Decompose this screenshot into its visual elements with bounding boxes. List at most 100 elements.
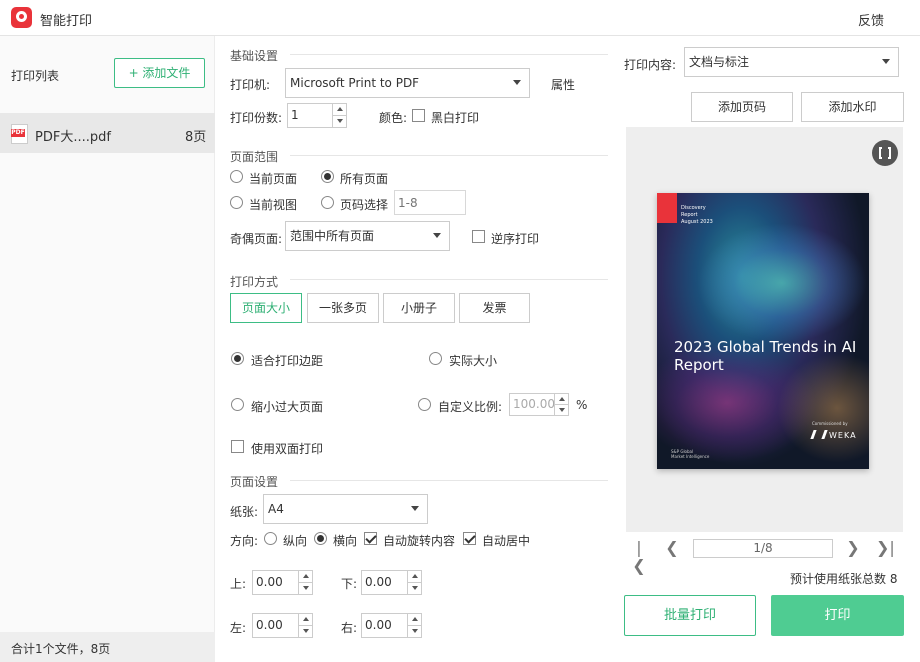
tab-page-size[interactable]: 页面大小 (230, 293, 302, 323)
tab-invoice[interactable]: 发票 (459, 293, 530, 323)
portrait-label: 纵向 (283, 534, 308, 548)
margin-left-value: 0.00 (256, 618, 283, 632)
increment-icon[interactable] (407, 614, 421, 626)
page-select-input[interactable] (394, 190, 466, 215)
pdf-file-icon: PDF (11, 124, 28, 144)
decrement-icon[interactable] (298, 625, 312, 637)
radio-landscape[interactable] (314, 532, 327, 545)
printer-select[interactable]: Microsoft Print to PDF (285, 68, 530, 98)
increment-icon[interactable] (298, 614, 312, 626)
section-divider (290, 279, 608, 280)
margin-right-label: 右: (341, 621, 358, 635)
printer-properties-link[interactable]: 属性 (551, 76, 575, 93)
auto-center-checkbox[interactable] (463, 532, 476, 545)
duplex-checkbox[interactable] (231, 440, 244, 453)
copies-stepper[interactable]: 1 (287, 103, 347, 128)
radio-fit-margin[interactable] (231, 352, 244, 365)
page-select-label: 页码选择 (340, 198, 389, 212)
margin-left-stepper[interactable]: 0.00 (252, 613, 313, 638)
file-summary: 合计1个文件，8页 (11, 642, 111, 656)
increment-icon[interactable] (332, 104, 346, 116)
section-divider (290, 155, 608, 156)
file-page-count: 8页 (185, 130, 207, 145)
cover-tag-text: Discovery Report August 2023 (681, 205, 713, 225)
radio-current-page[interactable] (230, 170, 243, 183)
margin-right-stepper[interactable]: 0.00 (361, 613, 422, 638)
custom-scale-value: 100.00 (513, 397, 555, 411)
auto-rotate-checkbox[interactable] (364, 532, 377, 545)
batch-print-button[interactable]: 批量打印 (624, 595, 756, 636)
margin-left-label: 左: (230, 621, 247, 635)
odd-even-value: 范围中所有页面 (290, 229, 375, 243)
actual-size-label: 实际大小 (449, 354, 498, 368)
odd-even-label: 奇偶页面: (230, 232, 283, 246)
next-page-icon[interactable]: ❯ (846, 539, 860, 559)
margin-top-label: 上: (230, 577, 247, 591)
add-watermark-button[interactable]: 添加水印 (801, 92, 904, 122)
all-pages-label: 所有页面 (340, 172, 389, 186)
margin-bottom-value: 0.00 (365, 575, 392, 589)
first-page-icon[interactable]: |❮ (632, 539, 646, 575)
print-list-title: 打印列表 (11, 69, 60, 83)
increment-icon[interactable] (407, 571, 421, 583)
tab-booklet[interactable]: 小册子 (383, 293, 455, 323)
custom-scale-stepper[interactable]: 100.00 (509, 393, 569, 416)
landscape-label: 横向 (333, 534, 358, 548)
add-file-button[interactable]: + 添加文件 (114, 58, 205, 88)
radio-current-view[interactable] (230, 196, 243, 209)
decrement-icon[interactable] (554, 404, 568, 415)
radio-actual-size[interactable] (429, 352, 442, 365)
decrement-icon[interactable] (407, 582, 421, 594)
paper-select[interactable]: A4 (263, 494, 428, 524)
margin-bottom-label: 下: (341, 577, 358, 591)
decrement-icon[interactable] (332, 115, 346, 127)
color-label: 颜色: (379, 111, 408, 125)
bw-print-checkbox[interactable] (412, 109, 425, 122)
print-content-value: 文档与标注 (689, 55, 750, 69)
fullscreen-icon[interactable] (872, 140, 898, 166)
paper-label: 纸张: (230, 505, 259, 519)
auto-center-label: 自动居中 (482, 534, 531, 548)
print-button[interactable]: 打印 (771, 595, 904, 636)
decrement-icon[interactable] (407, 625, 421, 637)
cover-commissioned: Commissioned by (812, 421, 848, 426)
paper-value: A4 (268, 502, 284, 516)
radio-shrink-large[interactable] (231, 398, 244, 411)
radio-page-select[interactable] (321, 196, 334, 209)
margin-top-value: 0.00 (256, 575, 283, 589)
window-title: 智能打印 (40, 14, 93, 29)
section-divider (290, 54, 608, 55)
radio-custom-scale[interactable] (418, 398, 431, 411)
duplex-label: 使用双面打印 (251, 442, 324, 456)
margin-bottom-stepper[interactable]: 0.00 (361, 570, 422, 595)
section-page-setup: 页面设置 (230, 475, 279, 489)
last-page-icon[interactable]: ❯| (876, 539, 895, 559)
shrink-large-label: 缩小过大页面 (251, 400, 324, 414)
radio-all-pages[interactable] (321, 170, 334, 183)
feedback-link[interactable]: 反馈 (858, 10, 884, 29)
prev-page-icon[interactable]: ❮ (665, 539, 679, 559)
print-content-select[interactable]: 文档与标注 (684, 47, 899, 77)
radio-portrait[interactable] (264, 532, 277, 545)
decrement-icon[interactable] (298, 582, 312, 594)
reverse-print-checkbox[interactable] (472, 230, 485, 243)
document-cover-preview: Discovery Report August 2023 2023 Global… (657, 193, 869, 469)
bw-print-label: 黑白打印 (431, 111, 480, 125)
section-page-range: 页面范围 (230, 150, 279, 164)
title-bar (0, 0, 920, 36)
app-logo-icon (11, 7, 32, 28)
increment-icon[interactable] (554, 394, 568, 405)
add-page-number-button[interactable]: 添加页码 (691, 92, 793, 122)
increment-icon[interactable] (298, 571, 312, 583)
page-indicator[interactable]: 1/8 (693, 539, 833, 558)
paper-total-estimate: 预计使用纸张总数 8 (790, 572, 898, 586)
section-print-mode: 打印方式 (230, 275, 279, 289)
printer-value: Microsoft Print to PDF (290, 76, 420, 90)
tab-multiple-pages[interactable]: 一张多页 (307, 293, 379, 323)
margin-top-stepper[interactable]: 0.00 (252, 570, 313, 595)
cover-red-tag (657, 193, 677, 223)
current-page-label: 当前页面 (249, 172, 298, 186)
copies-label: 打印份数: (230, 111, 283, 125)
odd-even-select[interactable]: 范围中所有页面 (285, 221, 450, 251)
printer-label: 打印机: (230, 78, 271, 92)
